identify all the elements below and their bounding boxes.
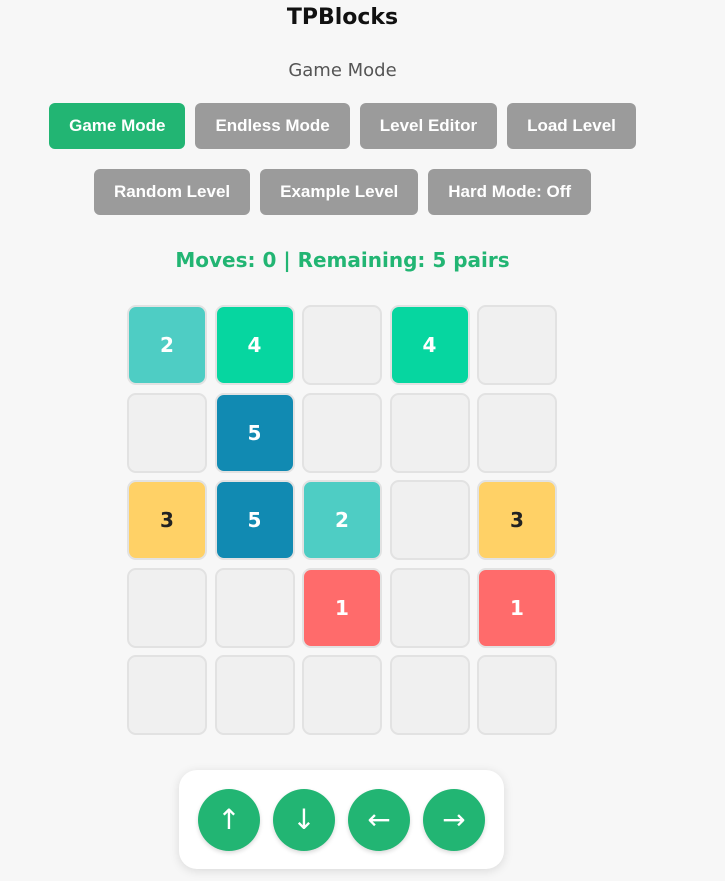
load-level-button[interactable]: Load Level [507,103,636,149]
empty-cell[interactable] [389,655,470,735]
move-down-button[interactable]: ↓ [273,788,335,851]
move-up-button[interactable]: ↑ [198,788,260,851]
empty-cell[interactable] [214,655,295,735]
endless-mode-button[interactable]: Endless Mode [195,103,350,149]
random-level-button[interactable]: Random Level [93,169,251,215]
tile-4[interactable]: 4 [214,305,295,385]
empty-cell[interactable] [214,567,295,648]
empty-cell[interactable] [127,392,207,473]
arrow-controls: ↑ ↓ ← → [179,770,504,869]
empty-cell[interactable] [477,392,557,473]
level-button-row: Random Level Example Level Hard Mode: Of… [0,169,685,215]
tile-1[interactable]: 1 [302,567,382,648]
tile-2[interactable]: 2 [127,305,207,385]
hard-mode-toggle[interactable]: Hard Mode: Off [428,169,592,215]
empty-cell[interactable] [302,655,382,735]
tile-3[interactable]: 3 [477,480,557,560]
game-board: 2445352311 [127,305,557,735]
move-left-button[interactable]: ← [348,788,410,851]
mode-button-row: Game Mode Endless Mode Level Editor Load… [0,103,685,149]
tile-3[interactable]: 3 [127,480,207,560]
example-level-button[interactable]: Example Level [260,169,419,215]
tile-5[interactable]: 5 [214,480,295,560]
move-right-button[interactable]: → [423,788,485,851]
tile-2[interactable]: 2 [302,480,382,560]
status-text: Moves: 0 | Remaining: 5 pairs [175,248,510,272]
empty-cell[interactable] [127,655,207,735]
empty-cell[interactable] [477,305,557,385]
empty-cell[interactable] [127,567,207,648]
empty-cell[interactable] [389,567,470,648]
tile-1[interactable]: 1 [477,567,557,648]
empty-cell[interactable] [302,392,382,473]
tile-5[interactable]: 5 [214,392,295,473]
game-mode-button[interactable]: Game Mode [49,103,186,149]
mode-label: Game Mode [288,60,397,81]
tile-4[interactable]: 4 [389,305,470,385]
empty-cell[interactable] [389,392,470,473]
game-title: TPBlocks [286,5,399,30]
level-editor-button[interactable]: Level Editor [359,103,498,149]
empty-cell[interactable] [302,305,382,385]
empty-cell[interactable] [389,480,470,560]
empty-cell[interactable] [477,655,557,735]
